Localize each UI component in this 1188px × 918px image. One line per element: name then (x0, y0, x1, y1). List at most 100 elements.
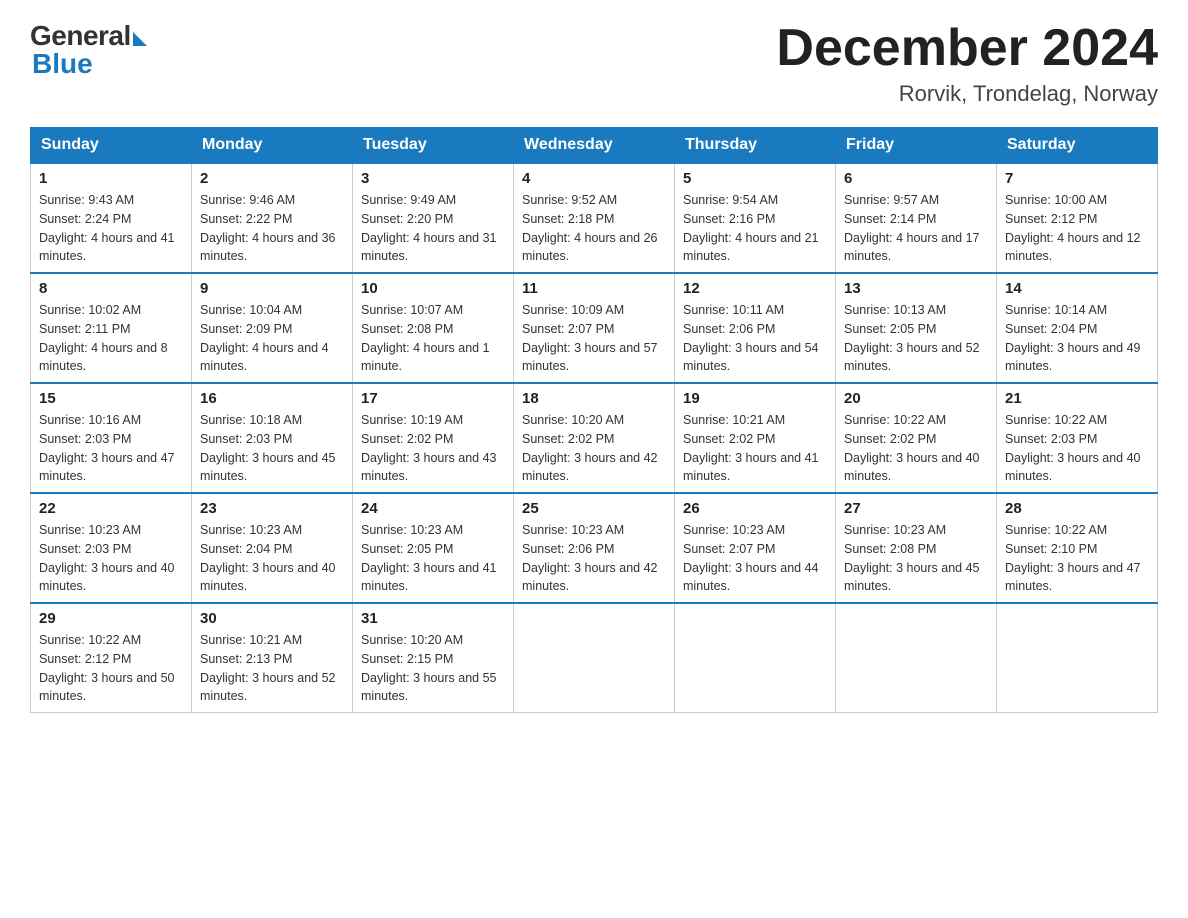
sunrise-label: Sunrise: 10:23 AM (522, 523, 624, 537)
sunset-label: Sunset: 2:15 PM (361, 652, 453, 666)
day-number: 30 (200, 610, 344, 627)
sunrise-label: Sunrise: 10:11 AM (683, 303, 784, 317)
daylight-label: Daylight: 4 hours and 4 minutes. (200, 341, 329, 374)
daylight-label: Daylight: 3 hours and 47 minutes. (39, 451, 175, 484)
sunset-label: Sunset: 2:07 PM (522, 322, 614, 336)
day-number: 22 (39, 500, 183, 517)
week-row-3: 15 Sunrise: 10:16 AM Sunset: 2:03 PM Day… (31, 383, 1158, 493)
header-tuesday: Tuesday (353, 128, 514, 164)
day-number: 9 (200, 280, 344, 297)
day-info: Sunrise: 10:14 AM Sunset: 2:04 PM Daylig… (1005, 301, 1149, 376)
sunrise-label: Sunrise: 10:23 AM (844, 523, 946, 537)
calendar-table: SundayMondayTuesdayWednesdayThursdayFrid… (30, 127, 1158, 713)
day-info: Sunrise: 10:22 AM Sunset: 2:12 PM Daylig… (39, 631, 183, 706)
daylight-label: Daylight: 3 hours and 40 minutes. (200, 561, 336, 594)
day-number: 15 (39, 390, 183, 407)
day-number: 21 (1005, 390, 1149, 407)
day-info: Sunrise: 10:16 AM Sunset: 2:03 PM Daylig… (39, 411, 183, 486)
sunset-label: Sunset: 2:03 PM (200, 432, 292, 446)
daylight-label: Daylight: 3 hours and 43 minutes. (361, 451, 497, 484)
day-info: Sunrise: 9:54 AM Sunset: 2:16 PM Dayligh… (683, 191, 827, 266)
calendar-cell: 27 Sunrise: 10:23 AM Sunset: 2:08 PM Day… (836, 493, 997, 603)
daylight-label: Daylight: 3 hours and 52 minutes. (844, 341, 980, 374)
sunrise-label: Sunrise: 10:14 AM (1005, 303, 1107, 317)
day-number: 16 (200, 390, 344, 407)
sunset-label: Sunset: 2:02 PM (361, 432, 453, 446)
day-number: 6 (844, 170, 988, 187)
calendar-cell: 16 Sunrise: 10:18 AM Sunset: 2:03 PM Day… (192, 383, 353, 493)
calendar-cell: 12 Sunrise: 10:11 AM Sunset: 2:06 PM Day… (675, 273, 836, 383)
day-number: 5 (683, 170, 827, 187)
day-info: Sunrise: 10:20 AM Sunset: 2:15 PM Daylig… (361, 631, 505, 706)
day-info: Sunrise: 10:23 AM Sunset: 2:08 PM Daylig… (844, 521, 988, 596)
day-number: 24 (361, 500, 505, 517)
sunrise-label: Sunrise: 9:43 AM (39, 193, 134, 207)
daylight-label: Daylight: 3 hours and 42 minutes. (522, 561, 658, 594)
sunset-label: Sunset: 2:08 PM (844, 542, 936, 556)
day-info: Sunrise: 10:19 AM Sunset: 2:02 PM Daylig… (361, 411, 505, 486)
daylight-label: Daylight: 3 hours and 40 minutes. (1005, 451, 1141, 484)
daylight-label: Daylight: 4 hours and 36 minutes. (200, 231, 336, 264)
calendar-cell: 21 Sunrise: 10:22 AM Sunset: 2:03 PM Day… (997, 383, 1158, 493)
day-info: Sunrise: 10:21 AM Sunset: 2:02 PM Daylig… (683, 411, 827, 486)
calendar-cell: 30 Sunrise: 10:21 AM Sunset: 2:13 PM Day… (192, 603, 353, 713)
logo-arrow-icon (133, 32, 147, 46)
day-number: 19 (683, 390, 827, 407)
sunset-label: Sunset: 2:03 PM (39, 542, 131, 556)
calendar-cell: 8 Sunrise: 10:02 AM Sunset: 2:11 PM Dayl… (31, 273, 192, 383)
daylight-label: Daylight: 3 hours and 44 minutes. (683, 561, 819, 594)
day-info: Sunrise: 10:23 AM Sunset: 2:07 PM Daylig… (683, 521, 827, 596)
sunset-label: Sunset: 2:16 PM (683, 212, 775, 226)
sunrise-label: Sunrise: 9:49 AM (361, 193, 456, 207)
daylight-label: Daylight: 3 hours and 45 minutes. (200, 451, 336, 484)
calendar-cell: 22 Sunrise: 10:23 AM Sunset: 2:03 PM Day… (31, 493, 192, 603)
sunset-label: Sunset: 2:02 PM (683, 432, 775, 446)
daylight-label: Daylight: 4 hours and 17 minutes. (844, 231, 980, 264)
calendar-cell: 15 Sunrise: 10:16 AM Sunset: 2:03 PM Day… (31, 383, 192, 493)
daylight-label: Daylight: 4 hours and 31 minutes. (361, 231, 497, 264)
day-number: 20 (844, 390, 988, 407)
daylight-label: Daylight: 4 hours and 8 minutes. (39, 341, 168, 374)
sunrise-label: Sunrise: 9:57 AM (844, 193, 939, 207)
sunrise-label: Sunrise: 10:09 AM (522, 303, 624, 317)
sunset-label: Sunset: 2:12 PM (39, 652, 131, 666)
calendar-cell: 29 Sunrise: 10:22 AM Sunset: 2:12 PM Day… (31, 603, 192, 713)
calendar-cell: 23 Sunrise: 10:23 AM Sunset: 2:04 PM Day… (192, 493, 353, 603)
sunset-label: Sunset: 2:06 PM (683, 322, 775, 336)
calendar-cell: 9 Sunrise: 10:04 AM Sunset: 2:09 PM Dayl… (192, 273, 353, 383)
day-number: 1 (39, 170, 183, 187)
daylight-label: Daylight: 3 hours and 57 minutes. (522, 341, 658, 374)
calendar-cell: 6 Sunrise: 9:57 AM Sunset: 2:14 PM Dayli… (836, 163, 997, 273)
day-info: Sunrise: 9:57 AM Sunset: 2:14 PM Dayligh… (844, 191, 988, 266)
sunset-label: Sunset: 2:05 PM (361, 542, 453, 556)
sunrise-label: Sunrise: 10:02 AM (39, 303, 141, 317)
calendar-cell: 5 Sunrise: 9:54 AM Sunset: 2:16 PM Dayli… (675, 163, 836, 273)
daylight-label: Daylight: 4 hours and 1 minute. (361, 341, 490, 374)
calendar-cell: 13 Sunrise: 10:13 AM Sunset: 2:05 PM Day… (836, 273, 997, 383)
day-info: Sunrise: 10:11 AM Sunset: 2:06 PM Daylig… (683, 301, 827, 376)
day-number: 18 (522, 390, 666, 407)
day-number: 2 (200, 170, 344, 187)
day-info: Sunrise: 9:43 AM Sunset: 2:24 PM Dayligh… (39, 191, 183, 266)
sunset-label: Sunset: 2:05 PM (844, 322, 936, 336)
daylight-label: Daylight: 3 hours and 52 minutes. (200, 671, 336, 704)
week-row-1: 1 Sunrise: 9:43 AM Sunset: 2:24 PM Dayli… (31, 163, 1158, 273)
day-number: 4 (522, 170, 666, 187)
month-title: December 2024 (776, 20, 1158, 77)
week-row-4: 22 Sunrise: 10:23 AM Sunset: 2:03 PM Day… (31, 493, 1158, 603)
daylight-label: Daylight: 4 hours and 21 minutes. (683, 231, 819, 264)
calendar-cell (997, 603, 1158, 713)
calendar-cell: 11 Sunrise: 10:09 AM Sunset: 2:07 PM Day… (514, 273, 675, 383)
sunrise-label: Sunrise: 10:20 AM (361, 633, 463, 647)
day-info: Sunrise: 10:23 AM Sunset: 2:05 PM Daylig… (361, 521, 505, 596)
sunset-label: Sunset: 2:04 PM (200, 542, 292, 556)
day-info: Sunrise: 10:23 AM Sunset: 2:03 PM Daylig… (39, 521, 183, 596)
location-subtitle: Rorvik, Trondelag, Norway (776, 81, 1158, 107)
sunrise-label: Sunrise: 10:22 AM (844, 413, 946, 427)
day-info: Sunrise: 9:52 AM Sunset: 2:18 PM Dayligh… (522, 191, 666, 266)
sunset-label: Sunset: 2:20 PM (361, 212, 453, 226)
sunrise-label: Sunrise: 10:21 AM (683, 413, 785, 427)
day-info: Sunrise: 10:23 AM Sunset: 2:04 PM Daylig… (200, 521, 344, 596)
day-info: Sunrise: 10:23 AM Sunset: 2:06 PM Daylig… (522, 521, 666, 596)
day-number: 26 (683, 500, 827, 517)
